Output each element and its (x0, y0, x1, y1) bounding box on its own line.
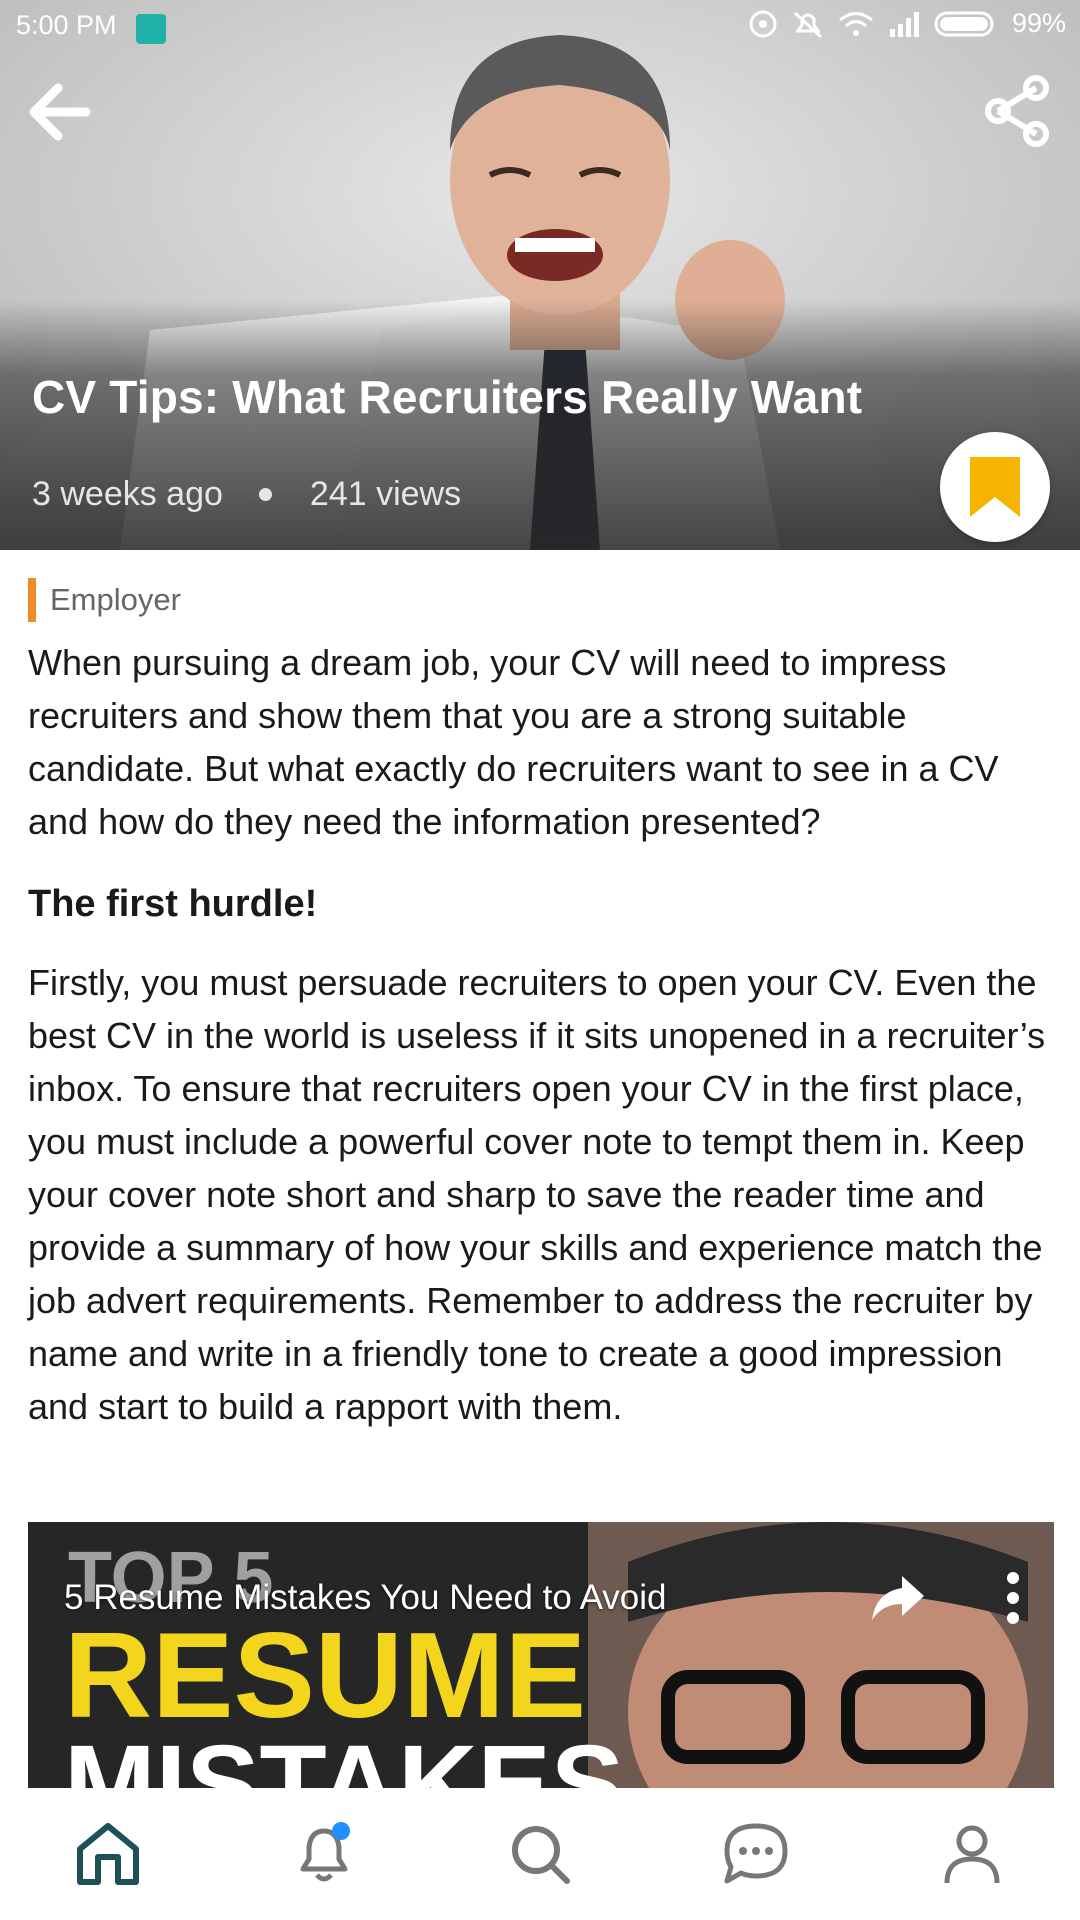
video-more-button[interactable] (998, 1568, 1028, 1628)
search-icon (512, 1826, 570, 1884)
video-share-button[interactable] (868, 1566, 928, 1626)
embedded-video[interactable]: TOP 5 RESUME MISTAKES 5 Resume Mistakes … (28, 1522, 1054, 1788)
chat-icon (724, 1823, 788, 1884)
back-button[interactable] (26, 80, 96, 150)
category-accent (28, 578, 36, 622)
signal-icon (889, 11, 919, 37)
notification-badge (332, 1822, 350, 1840)
status-icons: 99% (748, 8, 1066, 39)
nav-profile[interactable] (912, 1794, 1032, 1914)
battery-icon (934, 11, 994, 36)
article-meta: 3 weeks ago 241 views (32, 475, 461, 514)
wifi-icon (839, 11, 873, 36)
section-heading: The first hurdle! (28, 883, 318, 925)
forward-share-icon (872, 1576, 924, 1620)
body-paragraph: Firstly, you must persuade recruiters to… (28, 962, 1046, 1427)
share-button[interactable] (980, 74, 1054, 148)
nav-notifications[interactable] (264, 1794, 384, 1914)
battery-percent: 99% (1011, 8, 1066, 38)
article-hero: 5:00 PM 99% CV Tips: What Recruiters Rea… (0, 0, 1080, 550)
intro-paragraph: When pursuing a dream job, your CV will … (28, 642, 999, 842)
status-time: 5:00 PM (16, 10, 117, 40)
thumb-text-mistakes: MISTAKES (64, 1723, 624, 1788)
mute-icon (793, 11, 822, 38)
home-icon (77, 1823, 139, 1885)
category-tag[interactable]: Employer (28, 578, 1054, 622)
posted-time: 3 weeks ago (32, 475, 223, 513)
profile-icon (944, 1825, 1000, 1884)
hotspot-icon (749, 10, 777, 37)
article-body: Employer When pursuing a dream job, your… (28, 578, 1054, 1433)
bookmark-icon (970, 457, 1020, 517)
android-notification-icon (136, 14, 166, 44)
nav-search[interactable] (480, 1794, 600, 1914)
video-thumbnail: TOP 5 RESUME MISTAKES (28, 1522, 1054, 1788)
category-label: Employer (50, 582, 181, 617)
back-arrow-icon (29, 83, 91, 141)
meta-separator (258, 488, 272, 501)
more-vertical-icon (1007, 1572, 1019, 1624)
bookmark-button[interactable] (940, 432, 1050, 542)
view-count: 241 views (309, 475, 462, 513)
status-bar: 5:00 PM 99% (0, 0, 1080, 56)
share-icon (985, 75, 1049, 147)
nav-messages[interactable] (696, 1794, 816, 1914)
video-title: 5 Resume Mistakes You Need to Avoid (64, 1578, 667, 1617)
nav-home[interactable] (48, 1794, 168, 1914)
article-title: CV Tips: What Recruiters Really Want (32, 371, 863, 423)
bottom-navigation (0, 1788, 1080, 1920)
